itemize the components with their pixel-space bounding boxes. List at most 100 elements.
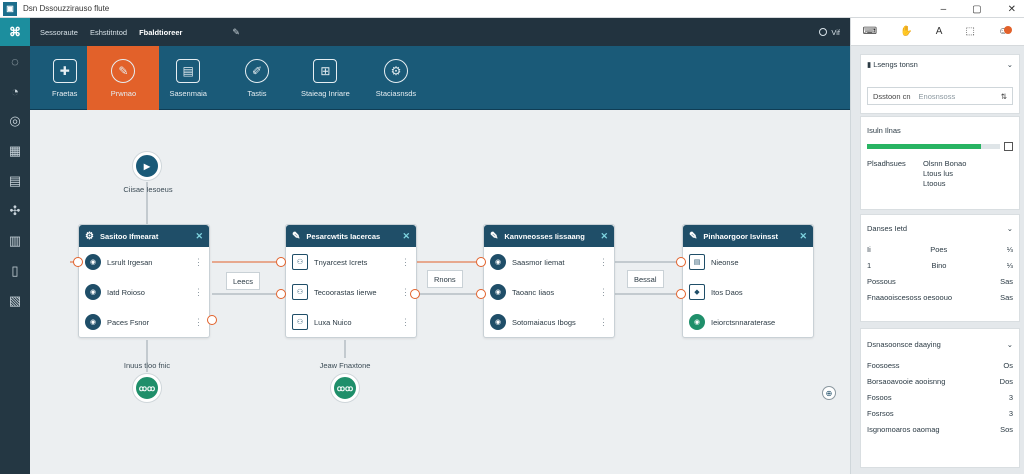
ribbon-item-6[interactable]: ⚙ Staciasnsds	[366, 46, 426, 110]
chevron-down-icon[interactable]: ⌄	[1007, 340, 1013, 349]
input-port[interactable]	[276, 257, 286, 267]
minimize-button[interactable]: –	[941, 4, 947, 15]
nav-item-3[interactable]: Fbaldtioreer	[139, 28, 182, 37]
chevron-down-icon[interactable]: ⌄	[1007, 60, 1013, 69]
start-node[interactable]: ▶	[133, 152, 161, 180]
chevron-down-icon[interactable]: ⌄	[1007, 224, 1013, 233]
pin-icon[interactable]: ✕	[195, 231, 203, 242]
more-icon[interactable]: ⋮	[599, 317, 608, 328]
more-icon[interactable]: ⋮	[401, 257, 410, 268]
activity-icon[interactable]: ◌	[0, 46, 30, 76]
input-port[interactable]	[676, 289, 686, 299]
status-section: Isuln Ilnas Plsadhsues Olsnn Bonao Ltous…	[860, 116, 1020, 210]
setting-key: Borsaoavooie aooisnng	[867, 376, 946, 386]
sort-icon[interactable]: ⇅	[1001, 92, 1007, 101]
close-button[interactable]: ✕	[1008, 4, 1016, 15]
more-icon[interactable]: ⋮	[401, 287, 410, 298]
card-row[interactable]: ⚇ Tnyarcest Icrets ⋮	[286, 247, 416, 277]
process-card-1[interactable]: ⚙ Sasitoo Ifmearat ✕ ◉ Lsrult Irgesan ⋮ …	[78, 224, 210, 338]
more-icon[interactable]: ⋮	[194, 317, 203, 328]
more-icon[interactable]: ⋮	[599, 257, 608, 268]
setting-row[interactable]: Isgnomoaros oaomag Sos	[861, 421, 1019, 437]
nav-item-2[interactable]: Eshstitntod	[90, 28, 127, 37]
card-header[interactable]: ✎ Kanvneosses Iissaang ✕	[484, 225, 614, 247]
ribbon-item-4[interactable]: ✐ Tastis	[235, 46, 279, 110]
setting-row[interactable]: Fosrsos 3	[861, 405, 1019, 421]
user-menu[interactable]: Vif	[819, 18, 840, 46]
ribbon-item-1[interactable]: ✚ Fraetas	[42, 46, 87, 110]
card-row[interactable]: ◉ Iatd Roioso ⋮	[79, 277, 209, 307]
search-input[interactable]: Dsstoon cn Enosnsoss ⇅	[867, 87, 1013, 105]
more-icon[interactable]: ⋮	[401, 317, 410, 328]
input-port[interactable]	[676, 257, 686, 267]
ribbon-item-5[interactable]: ⊞ Staieag Inriare	[291, 46, 360, 110]
process-card-2[interactable]: ✎ Pesarcwtits Iacercas ✕ ⚇ Tnyarcest Icr…	[285, 224, 417, 338]
notes-icon[interactable]: ▧	[0, 286, 30, 316]
card-row[interactable]: ◉ Lsrult Irgesan ⋮	[79, 247, 209, 277]
setting-row[interactable]: Fosoos 3	[861, 389, 1019, 405]
details-header[interactable]: Danses Ietd ⌄	[861, 219, 1019, 237]
text-icon[interactable]: A	[936, 26, 943, 37]
detail-row[interactable]: Fnaaooiscesoss oesoouo Sas	[861, 289, 1019, 305]
connector-label[interactable]: Leecs	[226, 272, 261, 290]
process-card-4[interactable]: ✎ Pinhaorgoor Isvinsst ✕ ▤ Nieonse ◆ Ito…	[682, 224, 814, 338]
output-port[interactable]	[207, 315, 217, 325]
process-card-3[interactable]: ✎ Kanvneosses Iissaang ✕ ◉ Saasmor Iiema…	[483, 224, 615, 338]
end-node-2[interactable]: ꝏꝏ	[331, 374, 359, 402]
pin-icon[interactable]: ✕	[600, 231, 608, 242]
maximize-button[interactable]: ▢	[972, 4, 981, 15]
setting-row[interactable]: Foosoess Os	[861, 357, 1019, 373]
more-icon[interactable]: ⋮	[599, 287, 608, 298]
workflow-canvas[interactable]: ▶ Ciisae Iesoeus ⚙ Sasitoo Ifmearat ✕ ◉ …	[30, 110, 850, 474]
card-row[interactable]: ◉ Paces Fsnor ⋮	[79, 307, 209, 337]
pin-icon[interactable]: ✕	[402, 231, 410, 242]
card-row[interactable]: ◉ Saasmor Iiemat ⋮	[484, 247, 614, 277]
target-icon[interactable]: ◎	[0, 106, 30, 136]
input-port[interactable]	[73, 257, 83, 267]
card-header[interactable]: ✎ Pinhaorgoor Isvinsst ✕	[683, 225, 813, 247]
setting-row[interactable]: Borsaoavooie aooisnng Dos	[861, 373, 1019, 389]
input-port[interactable]	[476, 257, 486, 267]
detail-row[interactable]: Possous Sas	[861, 273, 1019, 289]
connector-label[interactable]: Rnons	[427, 270, 463, 288]
rail-logo-icon[interactable]: ⌘	[0, 18, 30, 46]
layers-header[interactable]: ▮ Lsengs tonsn ⌄	[861, 55, 1019, 73]
timer-icon[interactable]: ◔	[0, 76, 30, 106]
edit-icon[interactable]: ✎	[232, 27, 240, 38]
end-node-1[interactable]: ꝏꝏ	[133, 374, 161, 402]
card-row[interactable]: ◉ Sotomaiacus Ibogs ⋮	[484, 307, 614, 337]
card-row[interactable]: ◉ Taoanc Iiaos ⋮	[484, 277, 614, 307]
frame-icon[interactable]: ⬚	[966, 26, 975, 37]
settings-header[interactable]: Dsnasoonsce daaying ⌄	[861, 335, 1019, 353]
card-row[interactable]: ▤ Nieonse	[683, 247, 813, 277]
gallery-icon[interactable]: ▦	[0, 136, 30, 166]
profile-icon[interactable]: ☺	[998, 26, 1013, 37]
keyboard-icon[interactable]: ⌨	[863, 26, 877, 37]
connector-label[interactable]: Bessal	[627, 270, 664, 288]
card-row[interactable]: ⚇ Tecoorastas Iierwe ⋮	[286, 277, 416, 307]
card-row[interactable]: ⚇ Luxa Nuico ⋮	[286, 307, 416, 337]
card-header[interactable]: ✎ Pesarcwtits Iacercas ✕	[286, 225, 416, 247]
card-row[interactable]: ◉ Ieiorctsnnaraterase	[683, 307, 813, 337]
nav-item-1[interactable]: Sessoraute	[40, 28, 78, 37]
hand-icon[interactable]: ✋	[900, 26, 912, 37]
output-port[interactable]	[410, 289, 420, 299]
ribbon-item-3[interactable]: ▤ Sasenmaia	[159, 46, 217, 110]
pin-icon[interactable]: ✕	[799, 231, 807, 242]
card-row[interactable]: ◆ Itos Daos	[683, 277, 813, 307]
input-port[interactable]	[276, 289, 286, 299]
detail-row[interactable]: Ii Poes ⅓	[861, 241, 1019, 257]
more-icon[interactable]: ⋮	[194, 257, 203, 268]
book-icon[interactable]: ▯	[0, 256, 30, 286]
ribbon-item-2[interactable]: ✎ Prwnao	[87, 46, 160, 110]
puzzle-icon[interactable]: ✣	[0, 196, 30, 226]
complete-checkbox[interactable]	[1004, 141, 1013, 151]
input-port[interactable]	[476, 289, 486, 299]
more-icon[interactable]: ⋮	[194, 287, 203, 298]
card-header[interactable]: ⚙ Sasitoo Ifmearat ✕	[79, 225, 209, 247]
building-icon[interactable]: ▥	[0, 226, 30, 256]
document-icon[interactable]: ▤	[0, 166, 30, 196]
zoom-fit-icon[interactable]: ⊕	[822, 386, 836, 400]
detail-row[interactable]: 1 Bino ⅓	[861, 257, 1019, 273]
card-title: Sasitoo Ifmearat	[99, 231, 159, 241]
